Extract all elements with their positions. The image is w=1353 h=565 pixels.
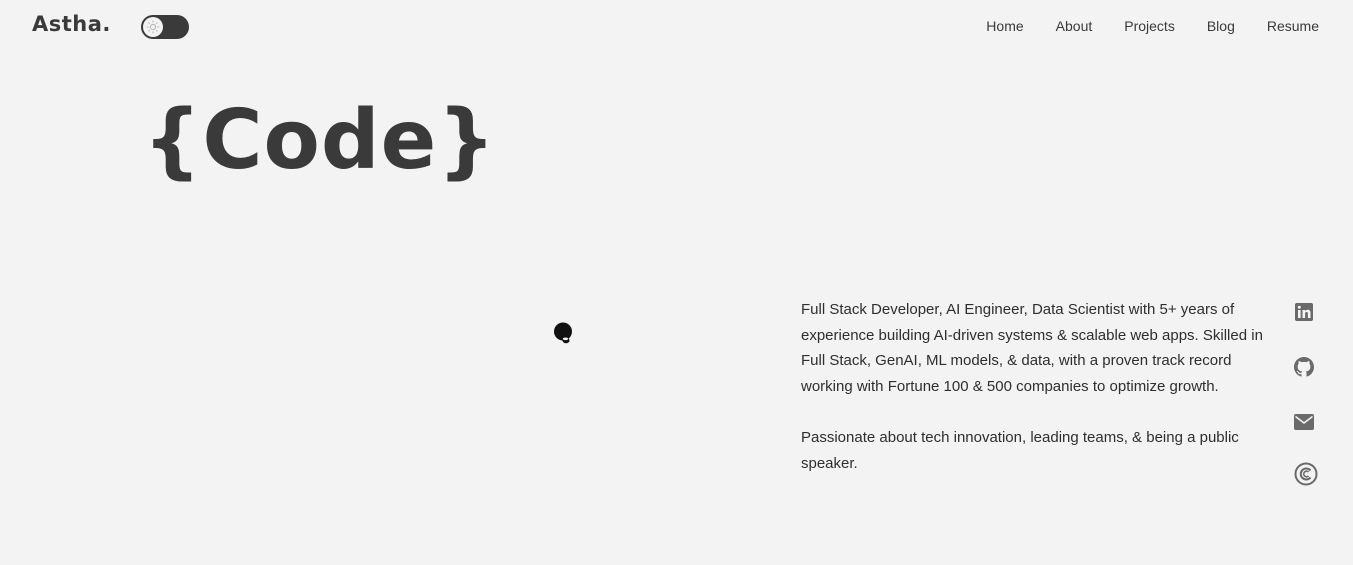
nav-blog[interactable]: Blog bbox=[1207, 18, 1235, 34]
bio-section: Full Stack Developer, AI Engineer, Data … bbox=[801, 297, 1271, 476]
blob-cursor-icon bbox=[553, 322, 573, 344]
email-icon[interactable] bbox=[1292, 410, 1316, 434]
site-logo[interactable]: Astha. bbox=[32, 12, 111, 36]
github-icon[interactable] bbox=[1292, 355, 1316, 379]
sun-icon bbox=[143, 17, 163, 37]
theme-toggle[interactable] bbox=[141, 15, 189, 39]
hero-title: {Code} bbox=[143, 93, 497, 188]
nav-projects[interactable]: Projects bbox=[1124, 18, 1175, 34]
linkedin-icon[interactable] bbox=[1292, 300, 1316, 324]
main-nav: Home About Projects Blog Resume bbox=[986, 18, 1319, 34]
calendly-icon[interactable] bbox=[1294, 462, 1318, 486]
bio-paragraph-1: Full Stack Developer, AI Engineer, Data … bbox=[801, 301, 1263, 396]
nav-about[interactable]: About bbox=[1056, 18, 1093, 34]
page: Astha. Home About Projects Blog Resume {… bbox=[0, 0, 1353, 565]
nav-home[interactable]: Home bbox=[986, 18, 1023, 34]
nav-resume[interactable]: Resume bbox=[1267, 18, 1319, 34]
bio-paragraph-2: Passionate about tech innovation, leadin… bbox=[801, 428, 1239, 472]
